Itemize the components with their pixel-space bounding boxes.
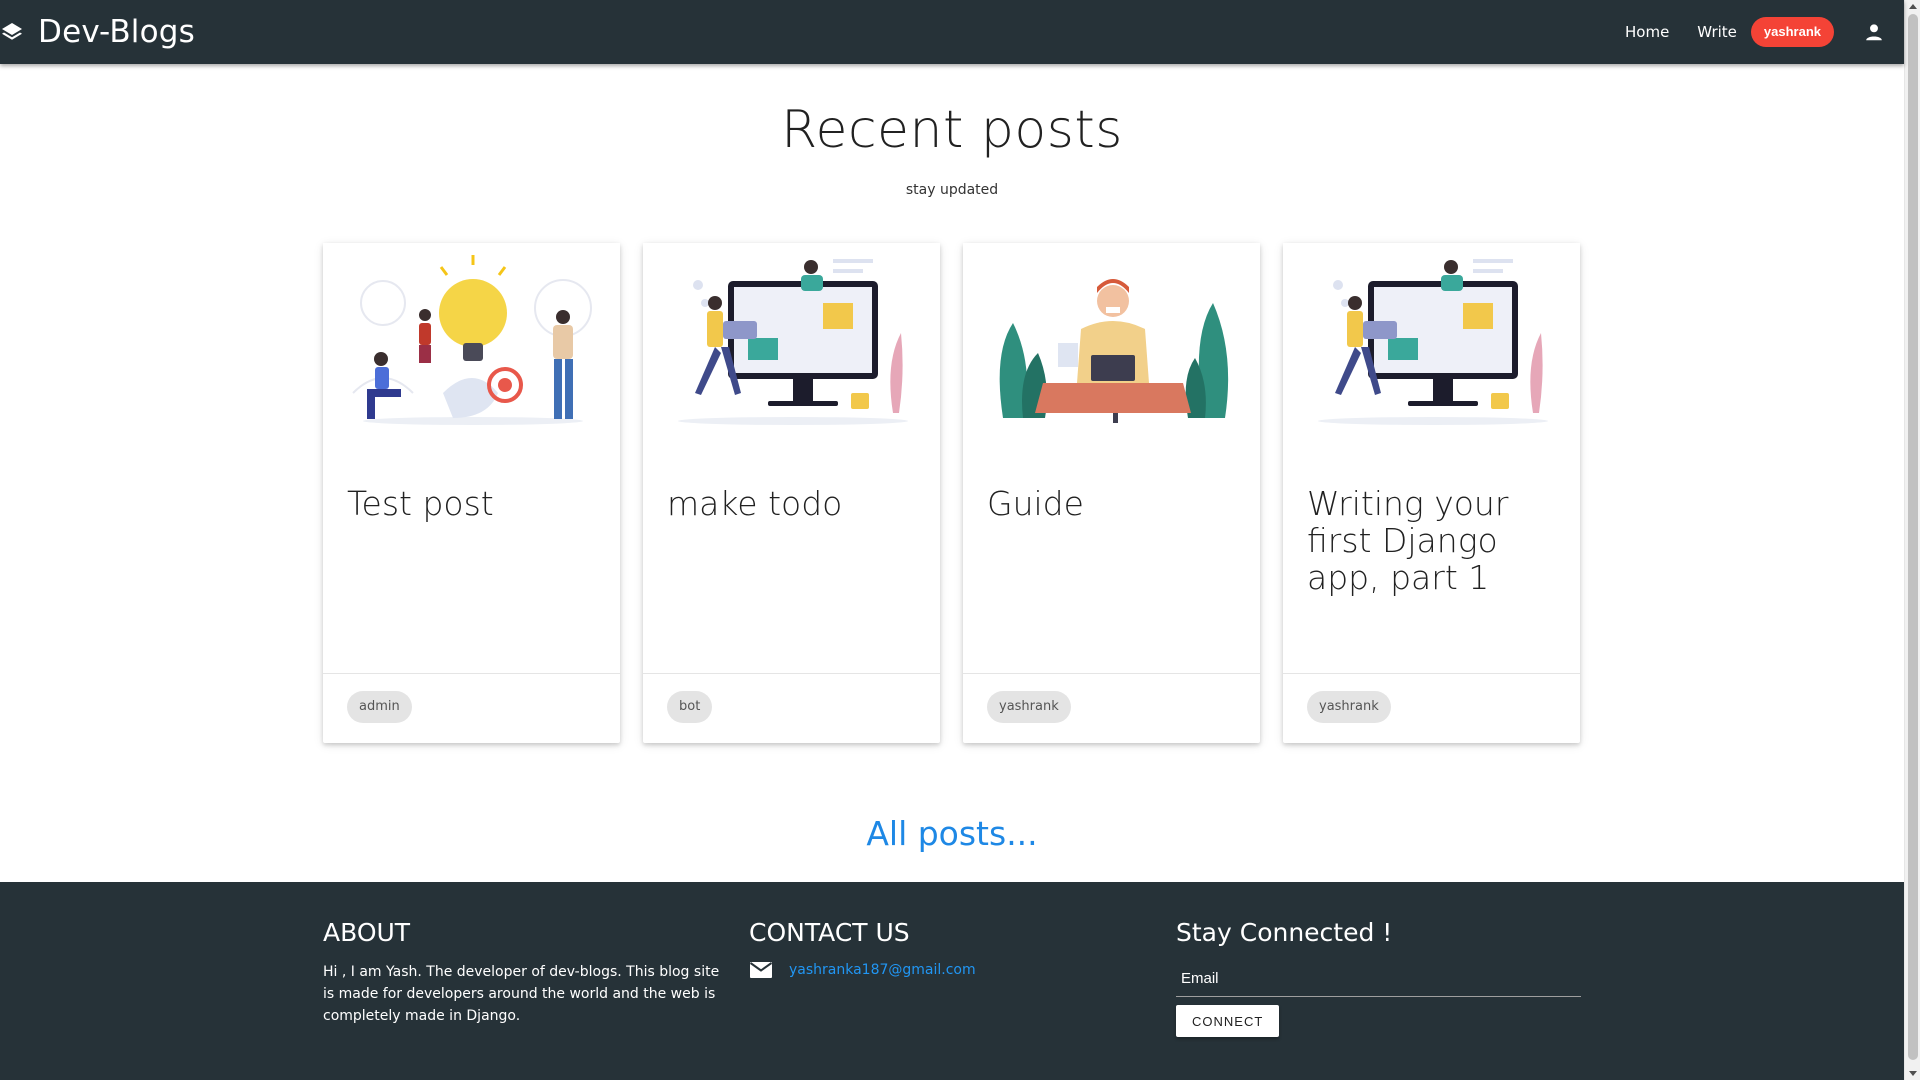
person-icon: [1866, 24, 1882, 41]
about-text: Hi , I am Yash. The developer of dev-blo…: [323, 964, 720, 1024]
nav-right-group: Home Write yashrank: [1611, 0, 1904, 64]
mail-icon: [749, 962, 773, 978]
account-button[interactable]: [1854, 0, 1894, 64]
stay-connected-heading: Stay Connected !: [1176, 918, 1393, 947]
footer-stay-connected-section: Stay Connected ! CONNECT: [1176, 918, 1581, 1037]
nav-home-link[interactable]: Home: [1611, 23, 1683, 41]
contact-heading: CONTACT US: [749, 918, 910, 947]
footer-contact-section: CONTACT US yashranka187@gmail.com: [749, 918, 1149, 979]
post-card[interactable]: make todo bot: [643, 243, 940, 743]
footer-about-section: ABOUT Hi , I am Yash. The developer of d…: [323, 918, 723, 1027]
scroll-down-arrow-icon[interactable]: [1909, 1071, 1917, 1076]
laptop-illustration-icon: [963, 243, 1260, 463]
monitor-illustration-icon: [643, 243, 940, 463]
contact-email-link[interactable]: yashranka187@gmail.com: [789, 962, 976, 978]
page-title: Recent posts: [781, 100, 1123, 160]
post-title[interactable]: Guide: [987, 485, 1237, 522]
author-chip[interactable]: yashrank: [987, 691, 1071, 723]
post-card[interactable]: Writing your first Django app, part 1 ya…: [1283, 243, 1580, 743]
all-posts-link[interactable]: All posts...: [0, 814, 1904, 853]
nav-write-link[interactable]: Write: [1683, 23, 1751, 41]
layers-icon: [2, 23, 22, 40]
card-action-bar: admin: [323, 673, 620, 743]
author-chip[interactable]: admin: [347, 691, 412, 723]
author-chip[interactable]: yashrank: [1307, 691, 1391, 723]
card-action-bar: bot: [643, 673, 940, 743]
contact-email-row: yashranka187@gmail.com: [749, 961, 1149, 979]
post-title[interactable]: Writing your first Django app, part 1: [1307, 485, 1557, 596]
author-chip[interactable]: bot: [667, 691, 713, 723]
lightbulb-illustration-icon: [323, 243, 620, 463]
card-action-bar: yashrank: [1283, 673, 1580, 743]
post-card[interactable]: Guide yashrank: [963, 243, 1260, 743]
page-subtitle: stay updated: [905, 182, 999, 198]
scroll-thumb[interactable]: [1908, 14, 1918, 1060]
monitor-illustration-icon: [1283, 243, 1580, 463]
brand-logo-link[interactable]: Dev-Blogs: [0, 0, 195, 64]
email-input[interactable]: [1176, 961, 1581, 997]
connect-button[interactable]: CONNECT: [1176, 1005, 1280, 1037]
post-cards-grid: Test post admin make todo bot Guide yash…: [323, 243, 1580, 743]
scroll-up-arrow-icon[interactable]: [1909, 4, 1917, 9]
about-heading: ABOUT: [323, 918, 411, 947]
page-scrollbar[interactable]: [1904, 0, 1920, 1080]
card-action-bar: yashrank: [963, 673, 1260, 743]
post-title[interactable]: make todo: [667, 485, 917, 522]
post-card[interactable]: Test post admin: [323, 243, 620, 743]
page-footer: ABOUT Hi , I am Yash. The developer of d…: [0, 882, 1904, 1080]
post-title[interactable]: Test post: [347, 485, 597, 522]
brand-name: Dev-Blogs: [38, 14, 196, 50]
top-navbar: Dev-Blogs Home Write yashrank: [0, 0, 1904, 64]
username-badge[interactable]: yashrank: [1750, 17, 1834, 47]
